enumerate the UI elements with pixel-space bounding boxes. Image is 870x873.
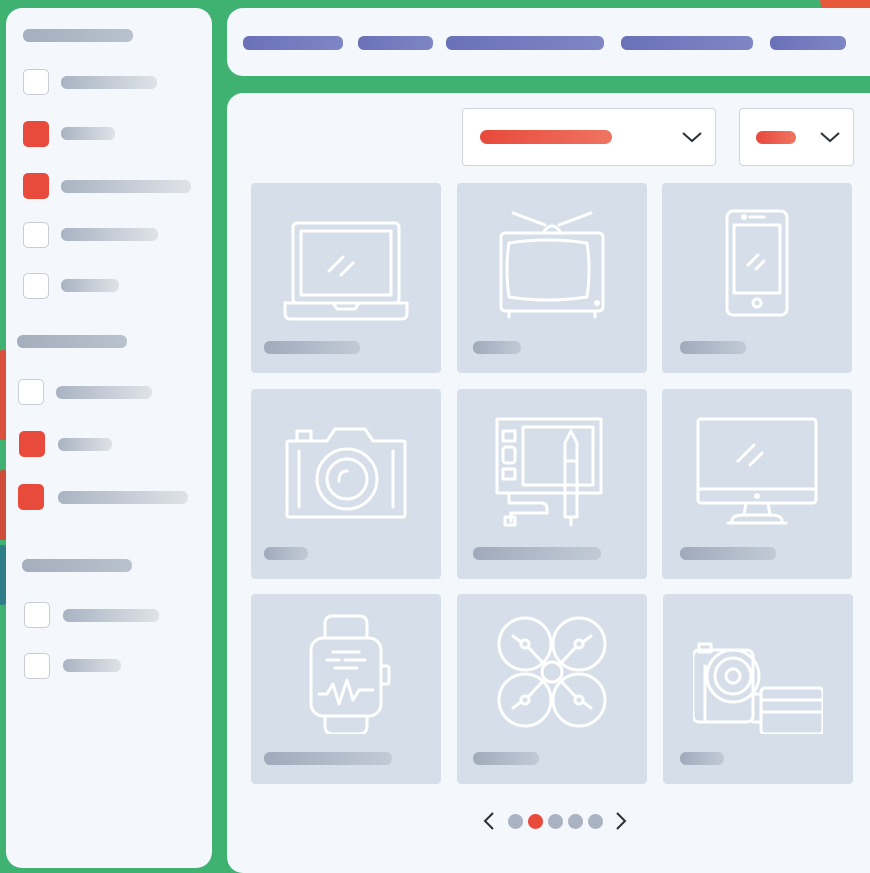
filter-checkbox[interactable] [24,653,50,679]
smartwatch-icon [309,614,391,734]
product-card[interactable] [457,183,647,373]
pagination-dot[interactable] [548,814,563,829]
filter-option-label [61,127,115,140]
product-title [473,341,521,354]
filter-option-label [58,491,188,504]
smartphone-icon [725,209,789,317]
filter-group-heading [22,559,132,572]
product-card[interactable] [663,594,853,784]
filter-checkbox[interactable] [23,173,49,199]
product-title [680,547,776,560]
filter-option-label [61,279,119,292]
filter-option-label [56,386,152,399]
filter-sidebar [6,8,212,868]
items-per-page-select[interactable] [739,108,854,166]
pagination-dot[interactable] [528,814,543,829]
nav-link[interactable] [446,36,604,50]
filter-option-label [58,438,112,451]
tv-icon [499,211,605,319]
sort-select-value [480,130,612,144]
filter-checkbox[interactable] [19,431,45,457]
filter-group-heading [17,335,127,348]
pagination-dot[interactable] [568,814,583,829]
filter-checkbox[interactable] [23,121,49,147]
product-card[interactable] [457,594,647,784]
filter-checkbox[interactable] [23,273,49,299]
chevron-right-icon[interactable] [614,811,628,831]
product-title [473,752,539,765]
filter-option-label [61,228,158,241]
items-per-page-value [756,131,796,144]
filter-checkbox[interactable] [24,602,50,628]
top-navigation [227,8,870,76]
product-card[interactable] [662,183,852,373]
monitor-icon [696,417,818,525]
filter-option-label [61,76,157,89]
sort-select[interactable] [462,108,716,166]
filter-option-label [61,180,191,193]
product-title [680,752,724,765]
filter-checkbox[interactable] [18,484,44,510]
filter-checkbox[interactable] [18,379,44,405]
filter-checkbox[interactable] [23,69,49,95]
chevron-left-icon[interactable] [482,811,496,831]
product-title [264,752,392,765]
product-card[interactable] [457,389,647,579]
product-title [264,341,360,354]
product-card[interactable] [662,389,852,579]
pagination-dot[interactable] [588,814,603,829]
camera-icon [285,427,407,519]
product-card[interactable] [251,183,441,373]
product-title [473,547,601,560]
product-title [264,547,308,560]
nav-link[interactable] [621,36,753,50]
filter-option-label [63,659,121,672]
filter-group-heading [23,29,133,42]
nav-link[interactable] [243,36,343,50]
drawing-tablet-icon [495,417,603,527]
filter-checkbox[interactable] [23,222,49,248]
nav-link[interactable] [770,36,846,50]
pagination-dot[interactable] [508,814,523,829]
camcorder-icon [693,642,823,734]
product-title [680,341,746,354]
laptop-icon [283,221,409,321]
drone-icon [497,616,607,728]
chevron-down-icon [820,132,840,143]
product-card[interactable] [251,389,441,579]
chevron-down-icon [682,132,702,143]
product-card[interactable] [251,594,441,784]
nav-link[interactable] [358,36,433,50]
filter-option-label [63,609,159,622]
